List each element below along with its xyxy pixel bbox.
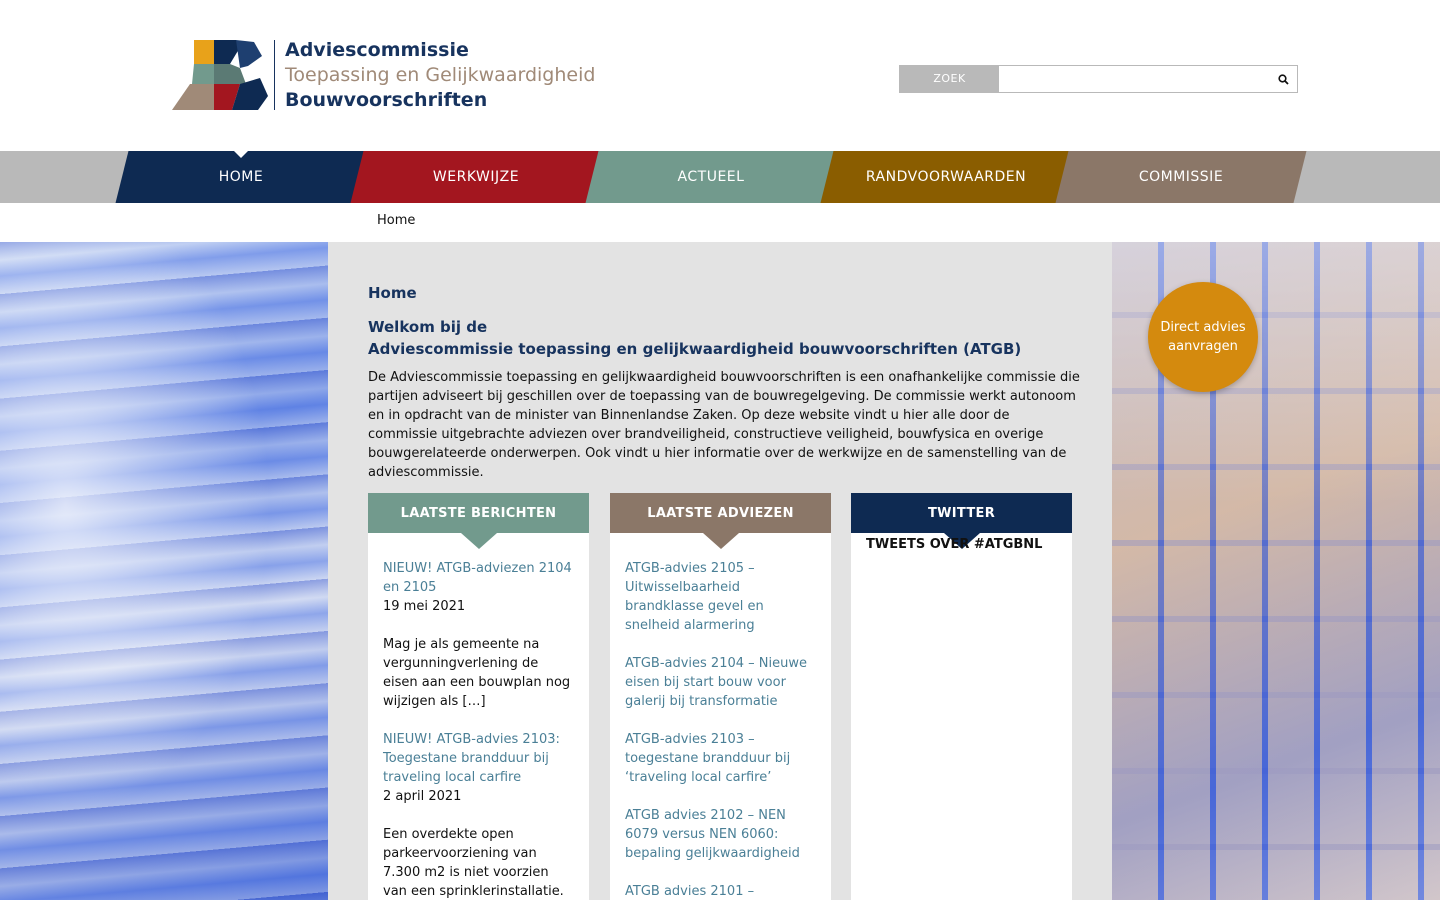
latest-advice-title: LAATSTE ADVIEZEN (647, 505, 794, 521)
nav-item-randvoorwaarden[interactable]: RANDVOORWAARDEN (820, 151, 1072, 203)
intro-text: De Adviescommissie toepassing en gelijkw… (368, 370, 1080, 480)
advice-link[interactable]: ATGB-advies 2103 – toegestane brandduur … (625, 730, 816, 787)
welcome-line-1: Welkom bij de (368, 318, 488, 336)
nav-item-label: ACTUEEL (677, 169, 745, 185)
latest-posts-panel: LAATSTE BERICHTEN NIEUW! ATGB-adviezen 2… (368, 493, 589, 900)
active-indicator (233, 150, 249, 158)
search-icon[interactable] (1269, 66, 1297, 92)
twitter-feed-title: TWEETS OVER #ATGBNL (866, 537, 1043, 552)
advice-link[interactable]: ATGB-advies 2104 – Nieuwe eisen bij star… (625, 654, 816, 711)
latest-posts-list: NIEUW! ATGB-adviezen 2104 en 2105 19 mei… (368, 533, 589, 900)
search-button[interactable]: ZOEK (900, 66, 999, 92)
main-nav: HOME WERKWIJZE ACTUEEL RANDVOORWAARDEN C… (0, 150, 1440, 203)
main-content: Home Welkom bij de Adviescommissie toepa… (328, 242, 1112, 900)
nav-item-label: WERKWIJZE (432, 169, 520, 185)
latest-posts-header: LAATSTE BERICHTEN (368, 493, 589, 549)
nav-item-label: COMMISSIE (1138, 169, 1224, 185)
welcome-line-2: Adviescommissie toepassing en gelijkwaar… (368, 340, 1022, 358)
advice-link[interactable]: ATGB advies 2101 – (625, 882, 816, 900)
direct-advice-button[interactable]: Direct advies aanvragen (1148, 282, 1258, 392)
twitter-panel: TWITTER TWEETS OVER #ATGBNL (851, 493, 1072, 900)
header-arrow-icon (702, 533, 739, 549)
latest-advice-header: LAATSTE ADVIEZEN (610, 493, 831, 549)
nav-item-werkwijze[interactable]: WERKWIJZE (350, 151, 602, 203)
atgb-logo-mark (172, 40, 268, 110)
header-arrow-icon (460, 533, 497, 549)
post-excerpt: Mag je als gemeente na vergunningverleni… (383, 637, 571, 709)
logo-line-2: Toepassing en Gelijkwaardigheid (285, 64, 596, 86)
twitter-title: TWITTER (927, 505, 996, 521)
nav-item-home[interactable]: HOME (115, 150, 367, 203)
latest-advice-panel: LAATSTE ADVIEZEN ATGB-advies 2105 – Uitw… (610, 493, 831, 900)
breadcrumb[interactable]: Home (377, 213, 415, 228)
welcome-heading: Welkom bij de Adviescommissie toepassing… (368, 316, 1088, 360)
post-title-link[interactable]: NIEUW! ATGB-adviezen 2104 en 2105 (383, 559, 574, 597)
search-input[interactable] (999, 66, 1269, 92)
logo-divider (274, 40, 275, 110)
logo-line-1: Adviescommissie (285, 39, 469, 61)
post-title-link[interactable]: NIEUW! ATGB-advies 2103: Toegestane bran… (383, 730, 574, 787)
nav-item-label: RANDVOORWAARDEN (865, 169, 1027, 185)
site-logo[interactable]: Adviescommissie Toepassing en Gelijkwaar… (170, 38, 595, 114)
post-date: 19 mei 2021 (383, 599, 466, 614)
post-date: 2 april 2021 (383, 789, 462, 804)
post-excerpt: Een overdekte open parkeervoorziening va… (383, 827, 564, 899)
direct-advice-label: Direct advies aanvragen (1160, 320, 1246, 354)
search-bar: ZOEK (899, 65, 1298, 93)
latest-advice-list: ATGB-advies 2105 – Uitwisselbaarheid bra… (610, 533, 831, 900)
site-header: Adviescommissie Toepassing en Gelijkwaar… (0, 0, 1440, 151)
twitter-header: TWITTER (851, 493, 1072, 549)
latest-posts-title: LAATSTE BERICHTEN (400, 505, 557, 521)
nav-item-label: HOME (218, 169, 264, 185)
background-image-left (0, 242, 328, 900)
post-item: NIEUW! ATGB-adviezen 2104 en 2105 19 mei… (383, 559, 574, 711)
post-item: NIEUW! ATGB-advies 2103: Toegestane bran… (383, 730, 574, 900)
advice-link[interactable]: ATGB-advies 2105 – Uitwisselbaarheid bra… (625, 559, 816, 635)
page-title: Home (368, 284, 417, 302)
logo-line-3: Bouwvoorschriften (285, 89, 488, 111)
logo-text: Adviescommissie Toepassing en Gelijkwaar… (285, 38, 595, 113)
advice-link[interactable]: ATGB advies 2102 – NEN 6079 versus NEN 6… (625, 806, 816, 863)
nav-item-actueel[interactable]: ACTUEEL (585, 151, 837, 203)
nav-item-commissie[interactable]: COMMISSIE (1055, 151, 1307, 203)
